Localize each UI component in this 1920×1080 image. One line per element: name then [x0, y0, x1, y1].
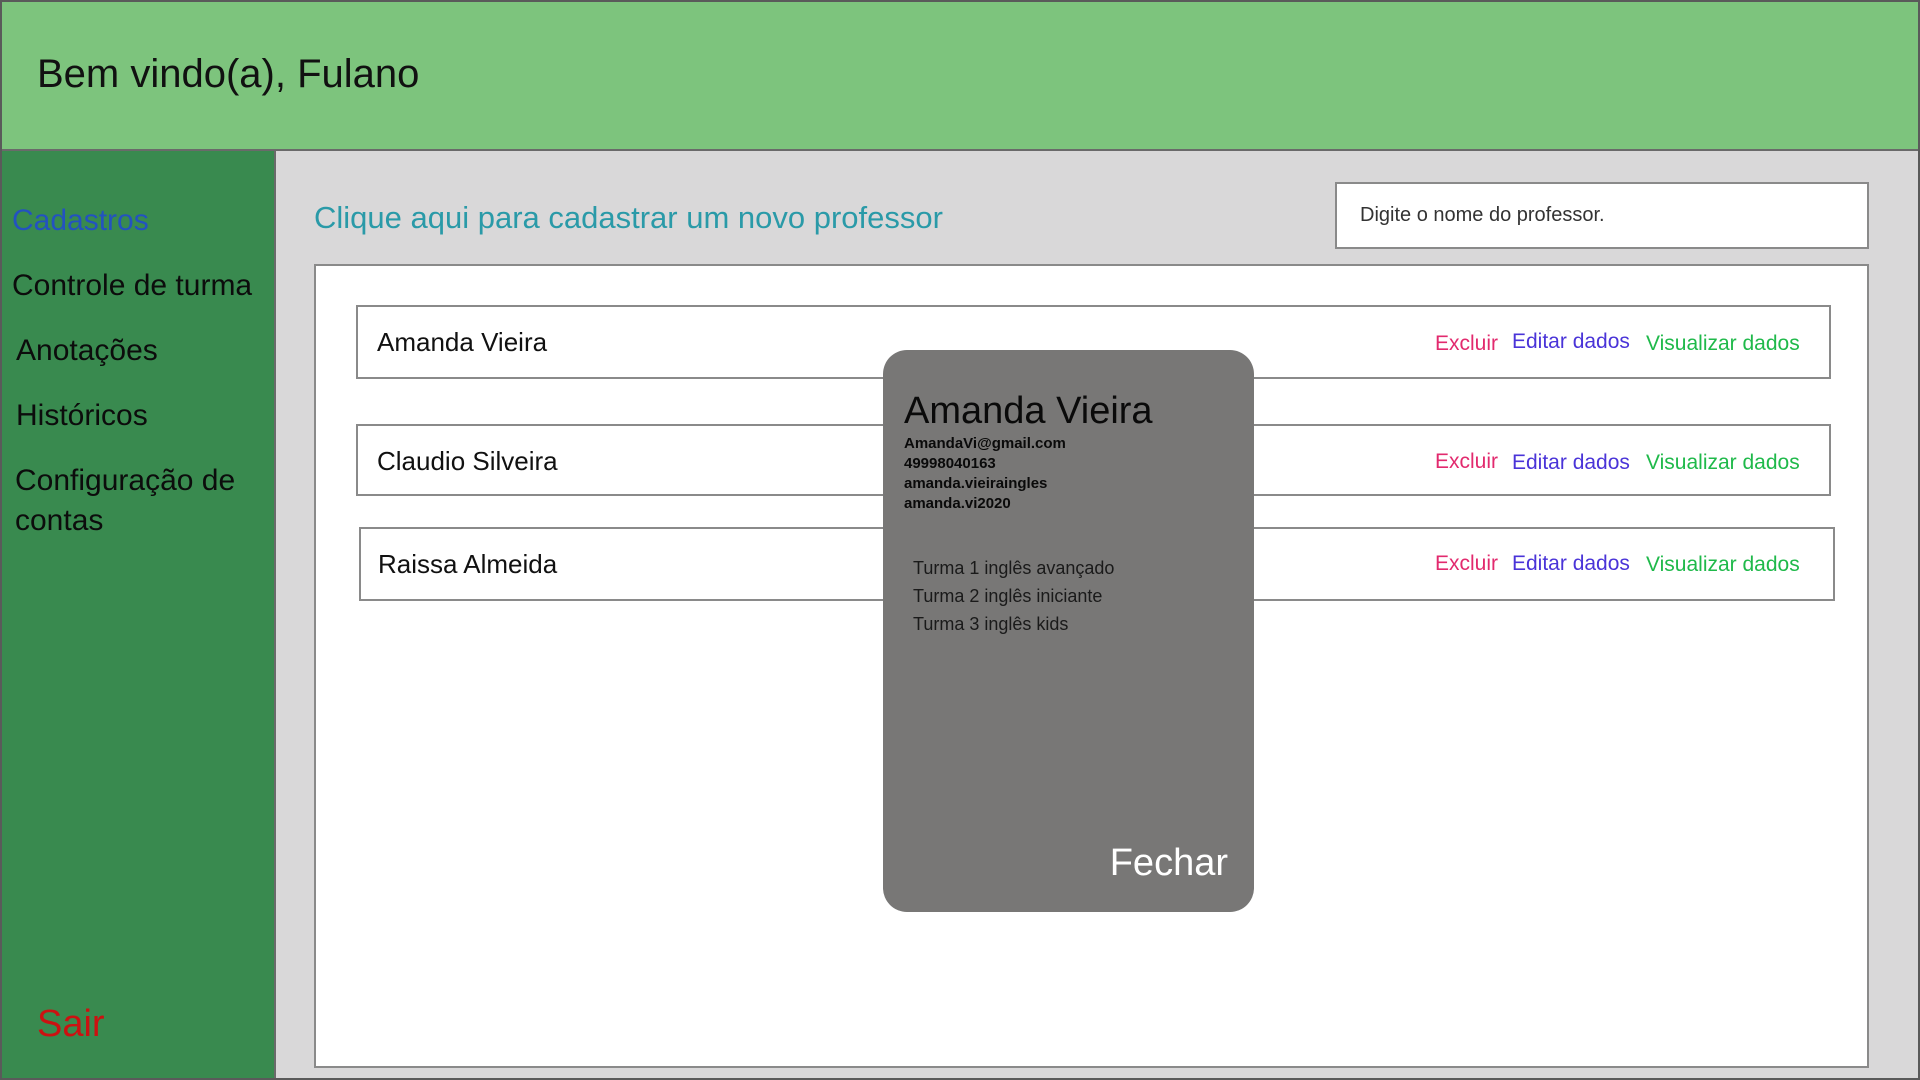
view-data-link[interactable]: Visualizar dados	[1646, 332, 1800, 356]
close-modal-button[interactable]: Fechar	[1110, 842, 1228, 885]
teacher-name: Claudio Silveira	[377, 446, 558, 476]
view-data-link[interactable]: Visualizar dados	[1646, 553, 1800, 577]
delete-link[interactable]: Excluir	[1435, 332, 1498, 356]
teacher-name: Amanda Vieira	[377, 327, 548, 357]
sidebar-item-historicos[interactable]: Históricos	[16, 396, 148, 436]
view-data-link[interactable]: Visualizar dados	[1646, 451, 1800, 475]
modal-class-item: Turma 1 inglês avançado	[913, 558, 1115, 578]
header-bar: Bem vindo(a), Fulano	[0, 0, 1920, 151]
modal-phone: 49998040163	[904, 455, 996, 472]
modal-teacher-name: Amanda Vieira	[904, 390, 1153, 432]
modal-password: amanda.vi2020	[904, 495, 1011, 512]
modal-email: AmandaVi@gmail.com	[904, 435, 1066, 452]
logout-link[interactable]: Sair	[37, 1003, 105, 1046]
sidebar-item-cadastros[interactable]: Cadastros	[12, 201, 149, 241]
edit-data-link[interactable]: Editar dados	[1512, 552, 1630, 576]
teacher-name: Raissa Almeida	[378, 549, 558, 579]
sidebar-item-controle-de-turma[interactable]: Controle de turma	[12, 266, 252, 306]
register-new-teacher-link[interactable]: Clique aqui para cadastrar um novo profe…	[314, 200, 943, 236]
sidebar-item-configuracao-de-contas[interactable]: Configuração de contas	[15, 461, 265, 541]
sidebar-item-anotacoes[interactable]: Anotações	[16, 331, 158, 371]
teacher-search-input[interactable]	[1335, 182, 1869, 249]
edit-data-link[interactable]: Editar dados	[1512, 330, 1630, 354]
delete-link[interactable]: Excluir	[1435, 552, 1498, 576]
sidebar: Cadastros Controle de turma Anotações Hi…	[0, 151, 276, 1080]
modal-username: amanda.vieiraingles	[904, 475, 1048, 492]
teacher-details-modal: Amanda Vieira AmandaVi@gmail.com 4999804…	[883, 350, 1254, 912]
delete-link[interactable]: Excluir	[1435, 450, 1498, 474]
edit-data-link[interactable]: Editar dados	[1512, 451, 1630, 475]
welcome-title: Bem vindo(a), Fulano	[37, 52, 420, 96]
modal-class-item: Turma 2 inglês iniciante	[913, 586, 1103, 606]
modal-class-item: Turma 3 inglês kids	[913, 614, 1069, 634]
